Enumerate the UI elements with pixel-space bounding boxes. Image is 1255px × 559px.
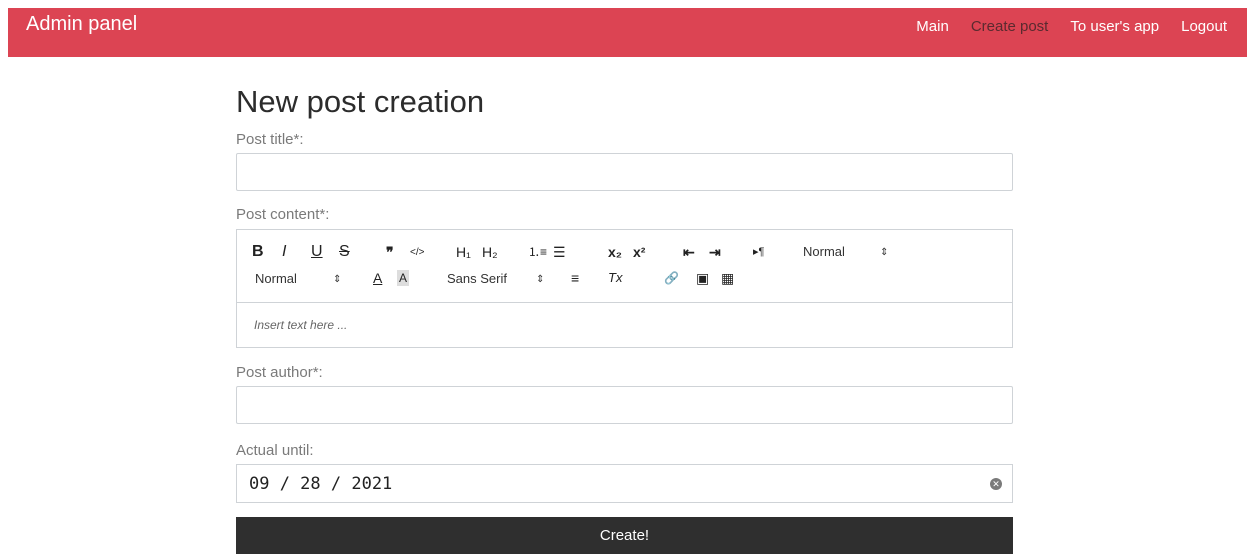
- editor-toolbar: B I U S ❞ </> H₁ H₂ ⒈≡ ☰ x₂ x² ⇤ ⇥ ▸¶ No…: [237, 230, 1012, 303]
- size-select[interactable]: Normal: [255, 271, 297, 287]
- post-title-input[interactable]: [236, 153, 1013, 191]
- outdent-icon[interactable]: ⇤: [683, 244, 695, 260]
- code-icon[interactable]: </>: [410, 245, 424, 261]
- font-color-icon[interactable]: A: [373, 270, 382, 286]
- indent-icon[interactable]: ⇥: [709, 244, 721, 260]
- nav-link-create-post[interactable]: Create post: [971, 18, 1049, 35]
- rtl-direction-icon[interactable]: ▸¶: [753, 244, 764, 260]
- post-content-label: Post content*:: [236, 206, 330, 223]
- italic-button[interactable]: I: [282, 244, 286, 260]
- post-author-input[interactable]: [236, 386, 1013, 424]
- ordered-list-icon[interactable]: ⒈≡: [528, 244, 547, 260]
- actual-until-label: Actual until:: [236, 442, 314, 459]
- post-title-label: Post title*:: [236, 131, 304, 148]
- font-select[interactable]: Sans Serif: [447, 271, 507, 287]
- underline-button[interactable]: U: [311, 244, 323, 260]
- bold-button[interactable]: B: [252, 244, 264, 260]
- h1-button[interactable]: H₁: [456, 244, 471, 260]
- clear-format-icon[interactable]: Tx: [608, 270, 622, 286]
- link-icon[interactable]: 🔗: [664, 270, 679, 286]
- superscript-button[interactable]: x²: [633, 244, 645, 260]
- navbar: Admin panel Main Create post To user's a…: [8, 8, 1247, 57]
- clear-date-icon[interactable]: ✕: [990, 477, 1002, 490]
- h2-button[interactable]: H₂: [482, 244, 498, 260]
- actual-until-date-input[interactable]: 09 / 28 / 2021 ✕: [236, 464, 1013, 503]
- subscript-button[interactable]: x₂: [608, 244, 622, 260]
- image-icon[interactable]: ▣: [696, 270, 709, 286]
- align-icon[interactable]: ≡: [571, 270, 579, 286]
- font-select-arrow-icon[interactable]: ⇕: [536, 272, 544, 288]
- strike-button[interactable]: S: [339, 244, 350, 260]
- background-color-icon[interactable]: A: [397, 270, 410, 286]
- create-button[interactable]: Create!: [236, 517, 1013, 554]
- header-select[interactable]: Normal: [803, 244, 845, 260]
- actual-until-date-value[interactable]: 09 / 28 / 2021: [249, 474, 392, 494]
- editor-placeholder: Insert text here ...: [254, 318, 348, 332]
- nav-link-to-users-app[interactable]: To user's app: [1070, 18, 1159, 35]
- post-author-label: Post author*:: [236, 364, 323, 381]
- brand-title[interactable]: Admin panel: [26, 13, 137, 36]
- post-form: New post creation Post title*: Post cont…: [236, 82, 1013, 554]
- size-select-arrow-icon[interactable]: ⇕: [333, 272, 341, 288]
- header-select-arrow-icon[interactable]: ⇕: [880, 245, 888, 261]
- bullet-list-icon[interactable]: ☰: [553, 244, 566, 260]
- nav-link-main[interactable]: Main: [916, 18, 949, 35]
- post-content-editor: B I U S ❞ </> H₁ H₂ ⒈≡ ☰ x₂ x² ⇤ ⇥ ▸¶ No…: [236, 229, 1013, 348]
- page-title: New post creation: [236, 84, 485, 119]
- nav-link-logout[interactable]: Logout: [1181, 18, 1227, 35]
- editor-content-area[interactable]: Insert text here ...: [237, 303, 1012, 347]
- video-icon[interactable]: ▦: [721, 270, 734, 286]
- nav-links: Main Create post To user's app Logout: [894, 18, 1227, 35]
- blockquote-icon[interactable]: ❞: [386, 244, 394, 260]
